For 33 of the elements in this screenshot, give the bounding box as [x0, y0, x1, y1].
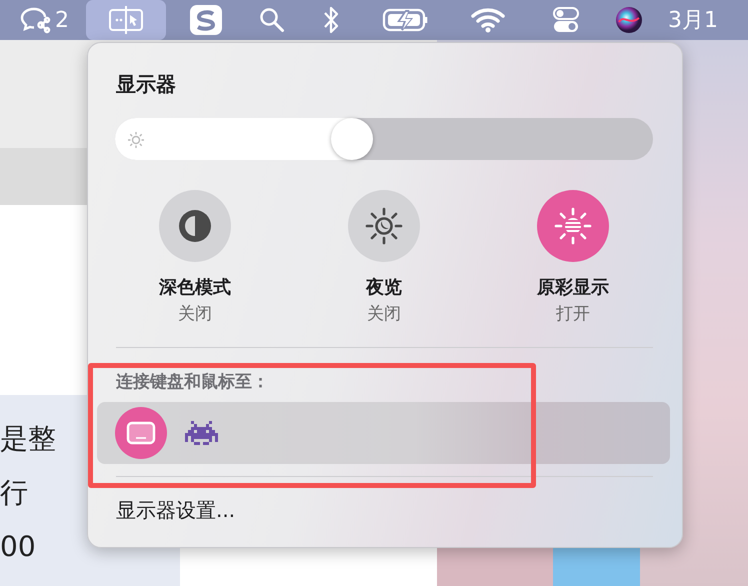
body-text: 00: [0, 529, 36, 565]
toggle-label: 夜览: [366, 276, 402, 299]
contrast-icon: [177, 208, 213, 244]
siri-icon: [614, 5, 644, 35]
toggle-label: 原彩显示: [537, 276, 609, 299]
split-screen-icon: [108, 5, 144, 35]
sun-icon: [554, 207, 592, 245]
toggle-status: 关闭: [178, 303, 212, 325]
device-button[interactable]: [115, 407, 167, 459]
toggle-status: 打开: [556, 303, 590, 325]
screen-icon: [126, 421, 156, 445]
bluetooth-icon: [322, 5, 340, 35]
menu-bar-clock[interactable]: 3月1: [668, 5, 718, 35]
body-text: 是整: [0, 421, 56, 457]
app-icon: [189, 4, 223, 36]
display-settings-item[interactable]: 显示器设置...: [116, 497, 236, 524]
toggle-label: 深色模式: [159, 276, 231, 299]
battery-icon: [382, 7, 430, 33]
sun-moon-icon: [365, 207, 403, 245]
chat-icon: [19, 6, 51, 34]
brightness-slider[interactable]: [115, 118, 653, 160]
wifi-icon: [470, 6, 506, 34]
section-heading: 连接键盘和鼠标至：: [116, 371, 269, 393]
brightness-icon: [127, 131, 145, 149]
toggles-icon: [551, 5, 581, 35]
toggle-status: 关闭: [367, 303, 401, 325]
chat-status-item[interactable]: 2: [2, 0, 86, 40]
body-text: 行: [0, 475, 28, 511]
panel-title: 显示器: [116, 71, 176, 98]
device-row[interactable]: [97, 402, 670, 464]
device-button[interactable]: [185, 421, 218, 445]
search-icon: [259, 7, 285, 33]
invader-icon: [185, 421, 218, 445]
